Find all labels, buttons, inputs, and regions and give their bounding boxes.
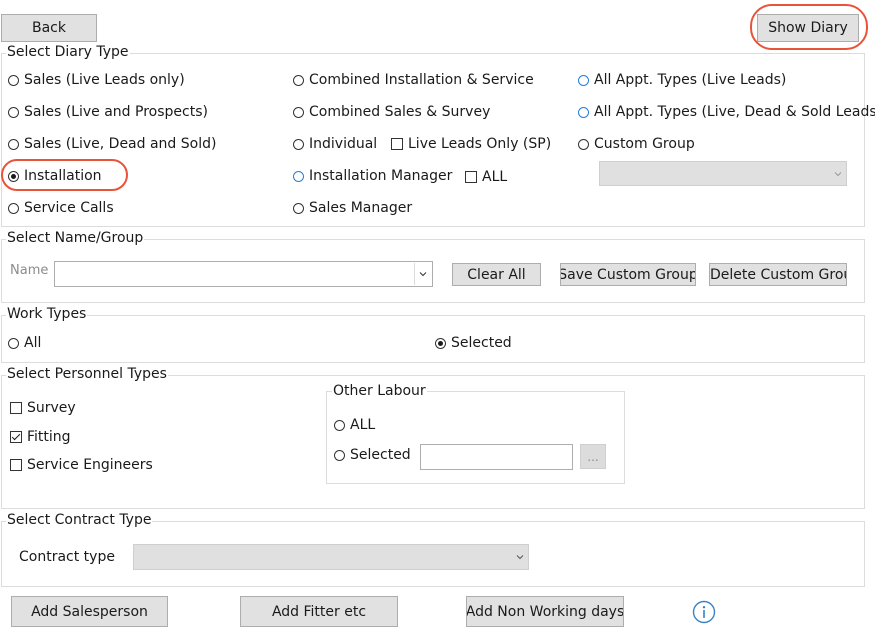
back-button[interactable]: Back bbox=[1, 14, 97, 42]
chevron-down-icon bbox=[516, 555, 524, 560]
chevron-down-icon bbox=[834, 171, 842, 176]
radio-sales-live-dead-sold[interactable]: Sales (Live, Dead and Sold) bbox=[8, 135, 216, 153]
checkbox-fitting[interactable]: Fitting bbox=[10, 428, 71, 446]
other-labour-title: Other Labour bbox=[332, 383, 427, 399]
delete-custom-group-button[interactable]: Delete Custom Group bbox=[709, 263, 847, 286]
radio-work-all[interactable]: All bbox=[8, 334, 41, 352]
radio-installation-manager[interactable]: Installation Manager bbox=[293, 167, 452, 185]
show-diary-highlight bbox=[750, 4, 868, 50]
other-labour-browse-button[interactable]: ... bbox=[580, 444, 606, 469]
name-group-title: Select Name/Group bbox=[6, 230, 145, 246]
radio-circle[interactable] bbox=[334, 419, 345, 431]
checkbox-all[interactable]: ALL bbox=[465, 168, 507, 186]
radio-service-calls[interactable]: Service Calls bbox=[8, 199, 114, 217]
custom-group-select[interactable] bbox=[599, 161, 847, 186]
checkbox-box[interactable] bbox=[391, 138, 403, 150]
add-salesperson-button[interactable]: Add Salesperson bbox=[11, 596, 168, 627]
radio-circle[interactable] bbox=[578, 74, 589, 86]
radio-circle[interactable] bbox=[8, 202, 19, 214]
name-select[interactable] bbox=[54, 261, 433, 287]
diary-type-title: Select Diary Type bbox=[6, 44, 130, 60]
radio-circle[interactable] bbox=[8, 138, 19, 150]
chevron-down-icon bbox=[419, 272, 427, 277]
radio-circle[interactable] bbox=[293, 74, 304, 86]
radio-circle[interactable] bbox=[293, 106, 304, 118]
radio-sales-live-leads[interactable]: Sales (Live Leads only) bbox=[8, 71, 185, 89]
radio-circle[interactable] bbox=[8, 337, 19, 349]
checkbox-box[interactable] bbox=[10, 459, 22, 471]
radio-individual[interactable]: Individual bbox=[293, 135, 377, 153]
checkbox-live-leads-only[interactable]: Live Leads Only (SP) bbox=[391, 135, 551, 153]
save-custom-group-button[interactable]: Save Custom Group bbox=[560, 263, 696, 286]
radio-circle[interactable] bbox=[435, 337, 446, 349]
work-types-group bbox=[1, 315, 865, 363]
radio-other-all[interactable]: ALL bbox=[334, 416, 375, 434]
radio-all-appt-live-dead-sold[interactable]: All Appt. Types (Live, Dead & Sold Leads… bbox=[578, 103, 875, 121]
checkbox-box[interactable] bbox=[465, 171, 477, 183]
name-label: Name bbox=[10, 263, 49, 278]
radio-combined-sales-survey[interactable]: Combined Sales & Survey bbox=[293, 103, 490, 121]
other-labour-input[interactable] bbox=[420, 444, 573, 470]
contract-title: Select Contract Type bbox=[6, 512, 153, 528]
radio-circle[interactable] bbox=[293, 202, 304, 214]
checkbox-service-engineers[interactable]: Service Engineers bbox=[10, 456, 153, 474]
radio-custom-group[interactable]: Custom Group bbox=[578, 135, 695, 153]
radio-other-selected[interactable]: Selected bbox=[334, 446, 411, 464]
name-select-dropdown[interactable] bbox=[414, 263, 431, 285]
checkbox-box[interactable] bbox=[10, 431, 22, 443]
radio-circle[interactable] bbox=[8, 106, 19, 118]
add-non-working-days-button[interactable]: Add Non Working days bbox=[466, 596, 624, 627]
contract-type-select[interactable] bbox=[133, 544, 529, 570]
radio-work-selected[interactable]: Selected bbox=[435, 334, 512, 352]
radio-all-appt-live[interactable]: All Appt. Types (Live Leads) bbox=[578, 71, 786, 89]
radio-circle[interactable] bbox=[293, 170, 304, 182]
radio-sales-live-prospects[interactable]: Sales (Live and Prospects) bbox=[8, 103, 208, 121]
radio-sales-manager[interactable]: Sales Manager bbox=[293, 199, 412, 217]
contract-type-label: Contract type bbox=[19, 549, 115, 565]
clear-all-button[interactable]: Clear All bbox=[452, 263, 541, 286]
checkbox-survey[interactable]: Survey bbox=[10, 399, 76, 417]
other-labour-group bbox=[326, 391, 625, 484]
radio-circle[interactable] bbox=[334, 449, 345, 461]
info-icon[interactable] bbox=[692, 600, 716, 624]
radio-circle[interactable] bbox=[578, 138, 589, 150]
add-fitter-button[interactable]: Add Fitter etc bbox=[240, 596, 398, 627]
checkbox-box[interactable] bbox=[10, 402, 22, 414]
radio-circle[interactable] bbox=[8, 74, 19, 86]
installation-highlight bbox=[1, 159, 128, 191]
radio-circle[interactable] bbox=[578, 106, 589, 118]
radio-combined-installation-service[interactable]: Combined Installation & Service bbox=[293, 71, 534, 89]
radio-circle[interactable] bbox=[293, 138, 304, 150]
work-types-title: Work Types bbox=[6, 306, 88, 322]
personnel-title: Select Personnel Types bbox=[6, 366, 168, 382]
